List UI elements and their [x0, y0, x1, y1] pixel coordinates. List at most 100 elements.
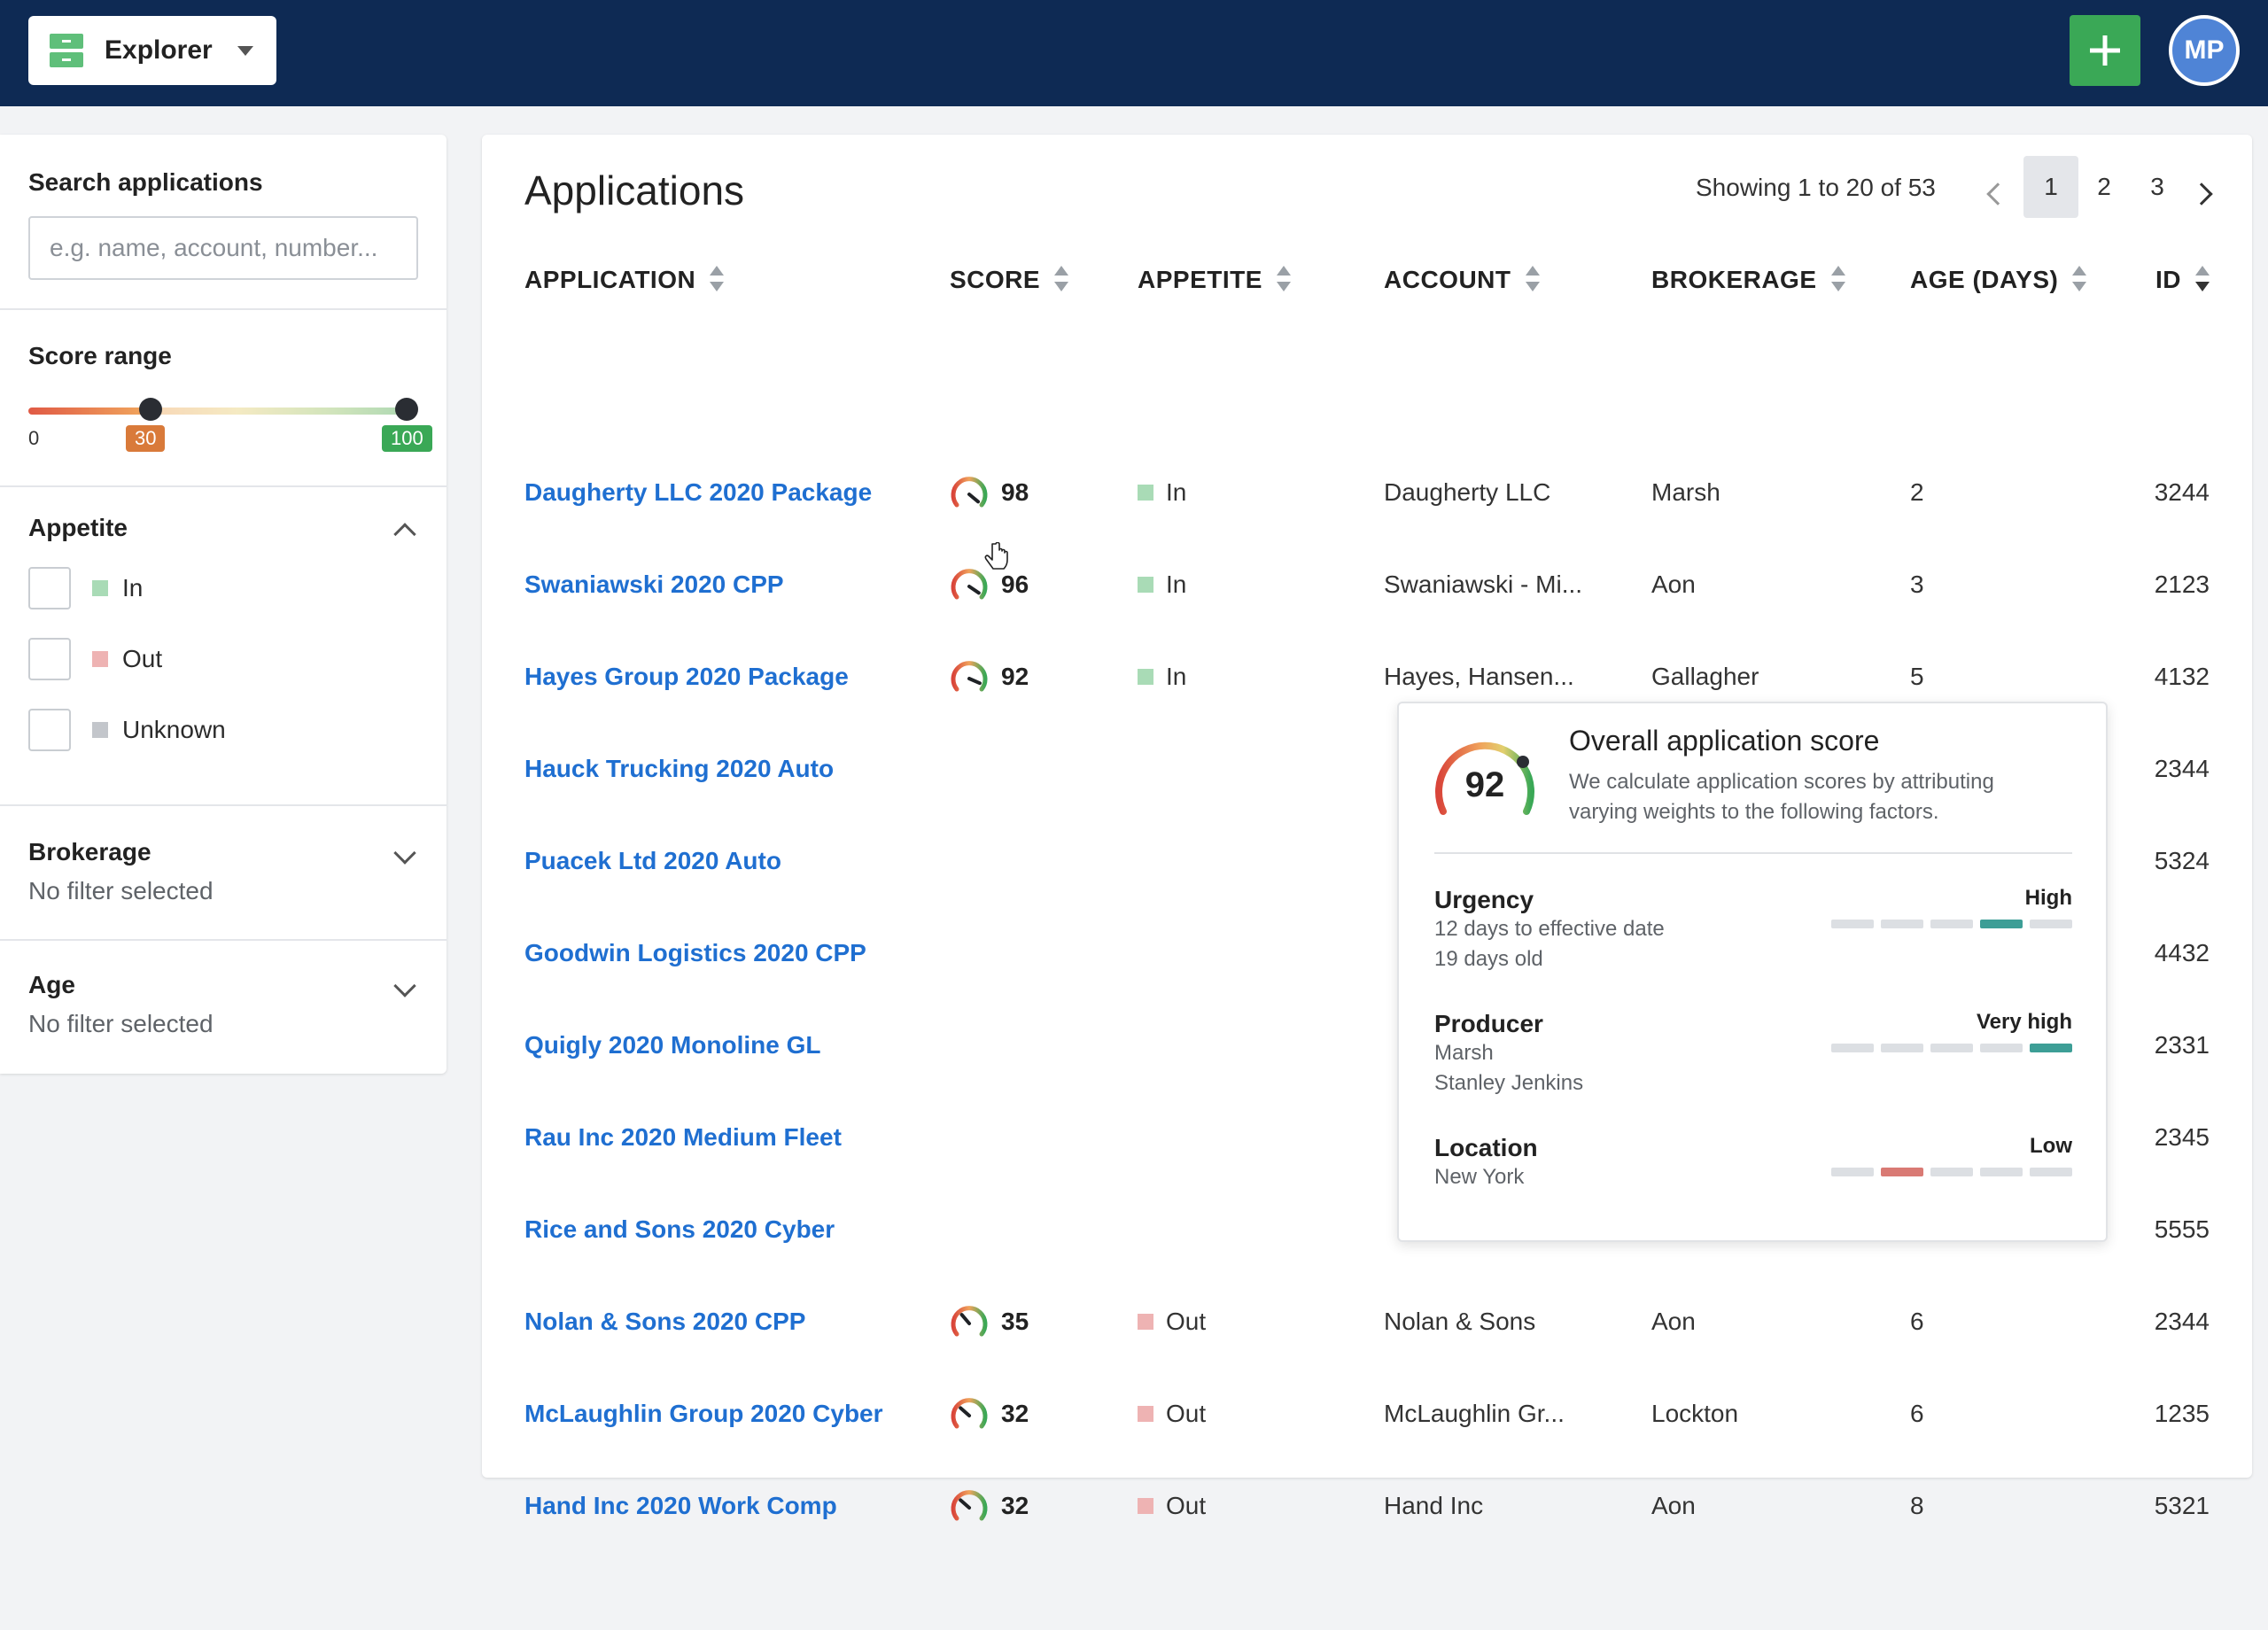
factor-name: Urgency	[1434, 886, 1534, 913]
level-bar-segment	[2030, 920, 2072, 928]
avatar[interactable]: MP	[2169, 15, 2240, 86]
score-range-title: Score range	[28, 342, 172, 369]
score-range-low-handle[interactable]	[139, 398, 162, 421]
id-cell: 5555	[2154, 1215, 2210, 1243]
column-header-account[interactable]: ACCOUNT	[1384, 264, 1540, 296]
column-label: ACCOUNT	[1384, 266, 1511, 293]
appetite-unknown-swatch	[92, 722, 108, 738]
gauge-icon	[951, 1490, 988, 1521]
page-1-button[interactable]: 1	[2023, 156, 2078, 218]
gauge-icon	[951, 477, 988, 508]
chevron-right-icon[interactable]	[2190, 182, 2213, 206]
search-section: Search applications	[0, 135, 447, 310]
score-cell[interactable]: 32	[950, 1460, 1029, 1552]
application-link[interactable]: Swaniawski 2020 CPP	[524, 539, 784, 631]
column-header-age[interactable]: AGE (DAYS)	[1910, 264, 2087, 296]
table-row[interactable]: McLaughlin Group 2020 Cyber 32 Out McLaughl…	[482, 1368, 2252, 1460]
score-range-high-handle[interactable]	[395, 398, 418, 421]
level-bar-segment	[1831, 920, 1874, 928]
checkbox[interactable]	[28, 567, 71, 609]
factor-level: High	[2024, 886, 2072, 910]
sort-icon	[1525, 264, 1540, 296]
appetite-in-swatch	[92, 580, 108, 596]
score-cell[interactable]: 32	[950, 1368, 1029, 1460]
column-header-appetite[interactable]: APPETITE	[1138, 264, 1291, 296]
appetite-cell: Out	[1138, 1368, 1206, 1460]
score-range-section: Score range	[0, 310, 447, 487]
search-input[interactable]	[28, 216, 418, 280]
add-button[interactable]	[2070, 15, 2140, 86]
score-cell[interactable]: 35	[950, 1276, 1029, 1368]
divider	[1434, 852, 2072, 854]
column-header-brokerage[interactable]: BROKERAGE	[1651, 264, 1845, 296]
sort-icon	[710, 264, 725, 296]
appetite-cell: In	[1138, 539, 1186, 631]
application-link[interactable]: Rau Inc 2020 Medium Fleet	[524, 1091, 842, 1184]
column-header-score[interactable]: SCORE	[950, 264, 1069, 296]
application-link[interactable]: Rice and Sons 2020 Cyber	[524, 1184, 835, 1276]
appetite-option-in[interactable]: In	[28, 553, 418, 624]
id-cell: 2344	[2154, 1308, 2210, 1335]
checkbox[interactable]	[28, 709, 71, 751]
appetite-title[interactable]: Appetite	[28, 514, 418, 542]
table-row[interactable]: Daugherty LLC 2020 Package 98 In Daugherty …	[482, 446, 2252, 539]
application-link[interactable]: Puacek Ltd 2020 Auto	[524, 815, 781, 907]
appetite-section: Appetite In Out Unknown	[0, 487, 447, 806]
appetite-cell: Out	[1138, 1460, 1206, 1552]
pagination-summary: Showing 1 to 20 of 53	[1696, 174, 1936, 201]
table-row[interactable]: Nolan & Sons 2020 CPP 35 Out Nolan & Sons Ao…	[482, 1276, 2252, 1368]
application-link[interactable]: Quigly 2020 Monoline GL	[524, 999, 821, 1091]
factor-level-bars	[1831, 1168, 2072, 1176]
age-cell: 2	[1910, 478, 1924, 506]
page-3-button[interactable]: 3	[2130, 156, 2185, 218]
application-link[interactable]: Hayes Group 2020 Package	[524, 631, 849, 723]
level-bar-segment	[1930, 1168, 1973, 1176]
chevron-left-icon[interactable]	[1986, 182, 2009, 206]
appetite-option-unknown[interactable]: Unknown	[28, 695, 418, 765]
level-bar-segment	[1980, 1168, 2023, 1176]
score-cell[interactable]: 92	[950, 631, 1029, 723]
score-cell[interactable]: 98	[950, 446, 1029, 539]
table-row[interactable]: Swaniawski 2020 CPP 96 In Swaniawski - Mi..…	[482, 539, 2252, 631]
column-header-application[interactable]: APPLICATION	[524, 264, 725, 296]
level-bar-segment	[1980, 920, 2023, 928]
application-link[interactable]: McLaughlin Group 2020 Cyber	[524, 1368, 883, 1460]
table-row[interactable]: Hand Inc 2020 Work Comp 32 Out Hand Inc Aon 8…	[482, 1460, 2252, 1552]
application-link[interactable]: Nolan & Sons 2020 CPP	[524, 1276, 805, 1368]
score-range-slider[interactable]	[28, 408, 408, 415]
popover-score-value: 92	[1464, 765, 1505, 804]
popover-title: Overall application score	[1569, 725, 1880, 757]
application-link[interactable]: Hauck Trucking 2020 Auto	[524, 723, 834, 815]
account-cell: Hand Inc	[1384, 1492, 1484, 1519]
application-link[interactable]: Daugherty LLC 2020 Package	[524, 446, 872, 539]
application-link[interactable]: Hand Inc 2020 Work Comp	[524, 1460, 837, 1552]
appetite-option-out[interactable]: Out	[28, 624, 418, 695]
id-cell: 2331	[2154, 1031, 2210, 1059]
factor-location: Location New York Low	[1434, 1134, 2072, 1192]
score-popover: 92 Overall application score We calculat…	[1397, 702, 2108, 1242]
level-bar-segment	[1881, 1044, 1923, 1052]
archive-icon	[50, 34, 83, 67]
page-title: Applications	[524, 167, 745, 213]
brokerage-cell: Lockton	[1651, 1400, 1739, 1427]
appetite-cell: In	[1138, 446, 1186, 539]
column-label: AGE (DAYS)	[1910, 266, 2059, 293]
account-cell: Nolan & Sons	[1384, 1308, 1536, 1335]
appetite-option-label: In	[122, 574, 144, 602]
gauge-icon	[951, 1398, 988, 1429]
page-2-button[interactable]: 2	[2077, 156, 2132, 218]
id-cell: 5321	[2154, 1492, 2210, 1519]
score-value: 98	[1001, 478, 1029, 506]
explorer-dropdown[interactable]: Explorer	[28, 16, 276, 85]
search-title: Search applications	[28, 168, 263, 196]
checkbox[interactable]	[28, 638, 71, 680]
appetite-out-swatch	[92, 651, 108, 667]
brokerage-section[interactable]: Brokerage No filter selected	[0, 806, 447, 941]
age-section[interactable]: Age No filter selected	[0, 941, 447, 1074]
column-header-id[interactable]: ID	[2155, 264, 2210, 296]
age-cell: 6	[1910, 1308, 1924, 1335]
score-low-badge: 30	[126, 425, 166, 452]
account-cell: Swaniawski - Mi...	[1384, 570, 1583, 598]
application-link[interactable]: Goodwin Logistics 2020 CPP	[524, 907, 866, 999]
factor-urgency: Urgency 12 days to effective date 19 day…	[1434, 886, 2072, 974]
